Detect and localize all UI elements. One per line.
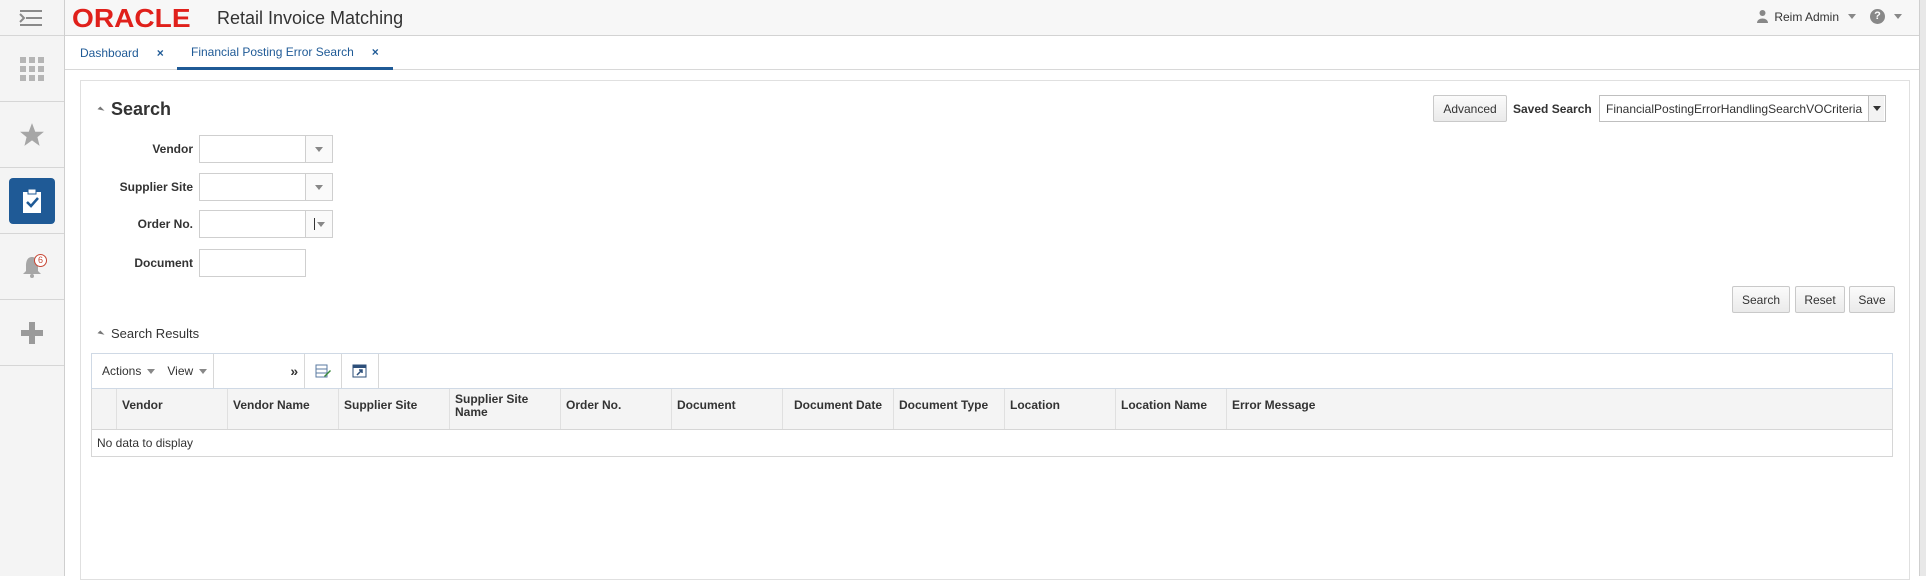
column-header-vendor-name[interactable]: Vendor Name	[228, 389, 339, 429]
user-icon	[1757, 10, 1769, 23]
document-input[interactable]	[199, 249, 306, 277]
tab-dashboard[interactable]: Dashboard ×	[80, 36, 164, 70]
column-header-order-no[interactable]: Order No.	[561, 389, 672, 429]
actions-label: Actions	[102, 364, 142, 378]
oracle-logo: ORACLE	[72, 3, 191, 33]
supplier-site-input[interactable]	[200, 174, 306, 200]
order-no-label: Order No.	[137, 217, 193, 231]
view-label: View	[167, 364, 194, 378]
left-rail: 6	[0, 0, 65, 576]
vendor-combobox[interactable]	[199, 135, 333, 163]
column-header-supplier-site-name[interactable]: Supplier Site Name	[450, 389, 561, 429]
supplier-site-label: Supplier Site	[119, 180, 193, 194]
document-label: Document	[134, 256, 193, 270]
detach-icon	[352, 364, 367, 378]
row-selector-header	[92, 389, 117, 429]
rail-item-favorites[interactable]	[0, 102, 64, 168]
search-results-title: Search Results	[111, 326, 200, 341]
order-no-row: Order No.	[99, 210, 333, 238]
results-table: Vendor Vendor Name Supplier Site Supplie…	[91, 389, 1893, 457]
supplier-site-dropdown-button[interactable]	[306, 174, 332, 200]
column-header-vendor[interactable]: Vendor	[117, 389, 228, 429]
search-button[interactable]: Search	[1732, 286, 1790, 313]
rail-item-notifications[interactable]: 6	[0, 234, 64, 300]
edit-rows-button[interactable]	[305, 363, 341, 379]
chevron-down-icon	[315, 146, 323, 152]
chevron-down-icon	[199, 368, 208, 374]
column-header-location[interactable]: Location	[1005, 389, 1116, 429]
column-header-document[interactable]: Document	[672, 389, 783, 429]
view-menu[interactable]: View	[161, 364, 213, 378]
actions-menu[interactable]: Actions	[92, 364, 161, 378]
main-panel: Search Advanced Saved Search FinancialPo…	[80, 80, 1910, 580]
menu-icon	[19, 9, 42, 26]
table-header: Vendor Vendor Name Supplier Site Supplie…	[92, 389, 1892, 430]
tasks-tile	[9, 177, 55, 224]
tab-label: Financial Posting Error Search	[191, 44, 354, 59]
order-no-dropdown-button[interactable]	[306, 211, 332, 237]
search-title: Search	[111, 99, 172, 119]
save-button[interactable]: Save	[1849, 286, 1895, 313]
help-icon[interactable]: ?	[1870, 9, 1885, 24]
reset-button[interactable]: Reset	[1795, 286, 1845, 313]
close-icon[interactable]: ×	[157, 46, 164, 60]
rail-item-apps[interactable]	[0, 36, 64, 102]
user-area: Reim Admin ?	[1757, 9, 1902, 24]
empty-table-message: No data to display	[97, 436, 194, 450]
disclosure-icon	[97, 329, 105, 338]
column-header-document-date[interactable]: Document Date	[783, 389, 894, 429]
vertical-scrollbar[interactable]	[1919, 0, 1926, 576]
clipboard-check-icon	[23, 188, 41, 213]
vendor-dropdown-button[interactable]	[306, 136, 332, 162]
vendor-label: Vendor	[152, 142, 193, 156]
supplier-site-combobox[interactable]	[199, 173, 333, 201]
chevron-down-icon	[147, 368, 156, 374]
vendor-input[interactable]	[200, 136, 306, 162]
grid-icon	[20, 56, 44, 81]
saved-search-select[interactable]: FinancialPostingErrorHandlingSearchVOCri…	[1599, 95, 1886, 122]
chevron-down-icon[interactable]	[1848, 14, 1856, 19]
search-section-toggle[interactable]: Search	[97, 99, 172, 120]
column-header-supplier-site[interactable]: Supplier Site	[339, 389, 450, 429]
rail-item-add[interactable]	[0, 300, 64, 366]
toolbar-overflow-button[interactable]: »	[214, 363, 304, 379]
detach-table-button[interactable]	[342, 363, 378, 379]
document-row: Document	[99, 249, 306, 277]
column-header-error-message[interactable]: Error Message	[1227, 389, 1892, 429]
chevron-down-icon[interactable]	[1894, 14, 1902, 19]
advanced-button[interactable]: Advanced	[1433, 95, 1507, 122]
edit-table-icon	[315, 364, 332, 378]
tab-financial-posting-error-search[interactable]: Financial Posting Error Search ×	[177, 36, 393, 70]
tab-label: Dashboard	[80, 46, 139, 60]
dropdown-toggle[interactable]	[1868, 96, 1885, 121]
column-header-location-name[interactable]: Location Name	[1116, 389, 1227, 429]
saved-search-label: Saved Search	[1513, 102, 1592, 116]
notification-badge: 6	[34, 254, 47, 267]
user-menu-button[interactable]: Reim Admin	[1774, 10, 1839, 24]
disclosure-icon	[97, 105, 105, 114]
app-header: ORACLE Retail Invoice Matching Reim Admi…	[65, 0, 1926, 36]
supplier-site-row: Supplier Site	[99, 173, 333, 201]
menu-toggle-button[interactable]	[0, 0, 64, 36]
vendor-row: Vendor	[99, 135, 333, 163]
close-icon[interactable]: ×	[372, 45, 379, 59]
chevron-down-icon	[1872, 106, 1881, 111]
star-icon	[20, 122, 44, 146]
chevron-down-icon	[316, 221, 325, 227]
toolbar-divider	[378, 354, 380, 388]
app-title: Retail Invoice Matching	[217, 8, 404, 28]
rail-item-tasks[interactable]	[0, 168, 64, 234]
search-results-toggle[interactable]: Search Results	[97, 326, 200, 341]
plus-icon	[21, 321, 43, 344]
results-toolbar: Actions View »	[91, 353, 1893, 389]
order-no-input[interactable]	[200, 211, 306, 237]
text-cursor	[313, 218, 315, 230]
tab-bar: Dashboard × Financial Posting Error Sear…	[65, 36, 1919, 70]
column-header-document-type[interactable]: Document Type	[894, 389, 1005, 429]
chevron-down-icon	[315, 184, 323, 190]
saved-search-value: FinancialPostingErrorHandlingSearchVOCri…	[1606, 101, 1863, 116]
order-no-combobox[interactable]	[199, 210, 333, 238]
